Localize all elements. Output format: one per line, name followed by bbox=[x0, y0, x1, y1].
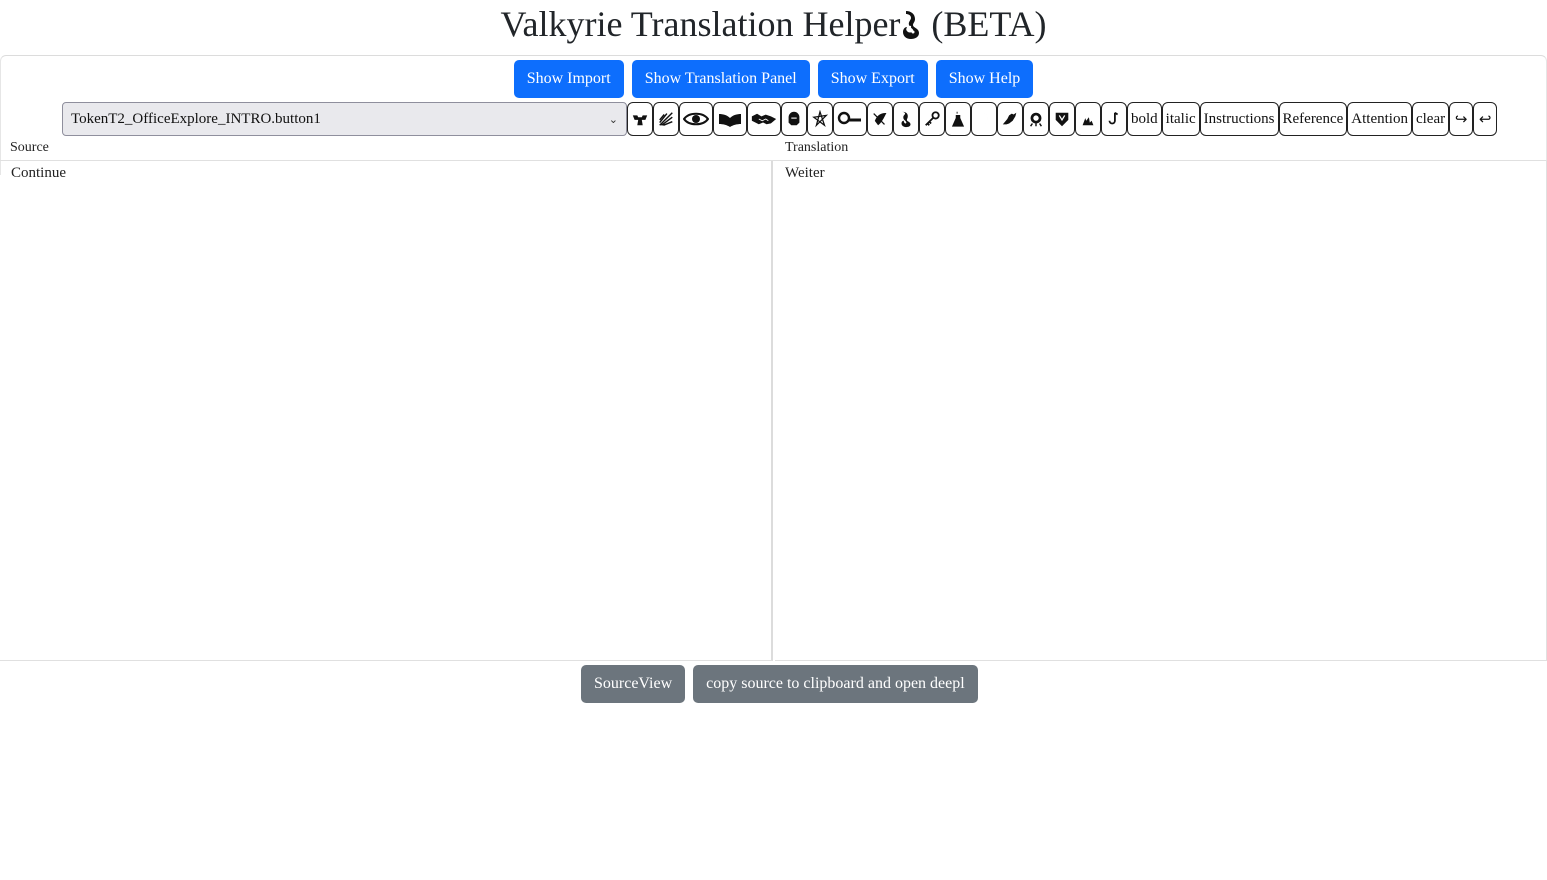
title-text: Valkyrie Translation Helper bbox=[500, 4, 901, 44]
show-help-button[interactable]: Show Help bbox=[935, 60, 1034, 98]
flask-icon bbox=[951, 111, 965, 127]
insert-potion-button[interactable] bbox=[945, 102, 971, 136]
moon-icon bbox=[981, 112, 988, 126]
translation-editor[interactable]: Weiter bbox=[775, 161, 1547, 661]
instructions-button[interactable]: Instructions bbox=[1199, 102, 1279, 136]
insert-fire-button[interactable] bbox=[1075, 102, 1101, 136]
reference-button[interactable]: Reference bbox=[1278, 102, 1348, 136]
top-button-bar: Show Import Show Translation Panel Show … bbox=[0, 60, 1547, 98]
insert-success-button[interactable] bbox=[867, 102, 893, 136]
undo-button[interactable]: ↩ bbox=[1473, 102, 1498, 136]
translation-text: Weiter bbox=[785, 165, 825, 181]
show-translation-panel-button[interactable]: Show Translation Panel bbox=[631, 60, 810, 98]
insert-clue-button[interactable] bbox=[919, 102, 945, 136]
clear-button[interactable]: clear bbox=[1411, 102, 1450, 136]
fire-icon bbox=[1082, 117, 1094, 126]
page-title: Valkyrie Translation Helper (BETA) bbox=[0, 0, 1547, 48]
bottom-button-bar: SourceView copy source to clipboard and … bbox=[581, 665, 978, 703]
beta-label: (BETA) bbox=[931, 4, 1047, 44]
source-view-button[interactable]: SourceView bbox=[581, 665, 686, 703]
insert-hook-button[interactable] bbox=[1101, 102, 1127, 136]
italic-button[interactable]: italic bbox=[1161, 102, 1200, 136]
observation-icon bbox=[683, 112, 709, 126]
insert-investigate-button[interactable] bbox=[833, 102, 867, 136]
agility-icon bbox=[659, 112, 673, 126]
shield-icon bbox=[1055, 112, 1069, 127]
insert-shield-button[interactable] bbox=[1049, 102, 1075, 136]
source-label: Source bbox=[10, 140, 49, 155]
insert-skull-button[interactable] bbox=[1023, 102, 1049, 136]
copy-deepl-button[interactable]: copy source to clipboard and open deepl bbox=[693, 665, 978, 703]
insert-hand-button[interactable] bbox=[997, 102, 1023, 136]
undo-icon: ↩ bbox=[1478, 111, 1492, 128]
magnifying-glass-icon bbox=[837, 111, 861, 125]
attention-button[interactable]: Attention bbox=[1347, 102, 1412, 136]
insert-influence-button[interactable] bbox=[747, 102, 781, 136]
insert-strength-button[interactable] bbox=[627, 102, 653, 136]
editor-toolbar: TokenT2_OfficeExplore_INTRO.button1 ⌄ bo… bbox=[62, 102, 1498, 136]
insert-observation-button[interactable] bbox=[679, 102, 713, 136]
key-select[interactable]: TokenT2_OfficeExplore_INTRO.button1 ⌄ bbox=[62, 102, 627, 136]
insert-elder-sign-button[interactable] bbox=[807, 102, 833, 136]
redo-button[interactable]: ↪ bbox=[1449, 102, 1474, 136]
hand-icon bbox=[1002, 112, 1017, 125]
show-import-button[interactable]: Show Import bbox=[513, 60, 624, 98]
strength-icon bbox=[632, 115, 648, 126]
elder-sign-icon bbox=[812, 110, 829, 128]
key-select-value: TokenT2_OfficeExplore_INTRO.button1 bbox=[71, 110, 321, 127]
insert-tentacle-button[interactable] bbox=[893, 102, 919, 136]
tentacle-icon bbox=[900, 3, 922, 39]
lore-icon bbox=[719, 114, 741, 127]
insert-will-button[interactable] bbox=[781, 102, 807, 136]
translation-label: Translation bbox=[785, 140, 849, 155]
will-icon bbox=[788, 111, 800, 126]
hook-icon bbox=[1108, 111, 1119, 125]
tentacle-icon bbox=[901, 111, 911, 128]
source-panel[interactable]: Continue bbox=[0, 161, 773, 661]
key-icon bbox=[925, 111, 940, 126]
chevron-down-icon: ⌄ bbox=[608, 113, 618, 126]
source-text: Continue bbox=[11, 165, 66, 181]
influence-icon bbox=[751, 113, 777, 125]
insert-lore-button[interactable] bbox=[713, 102, 747, 136]
insert-moon-button[interactable] bbox=[971, 102, 997, 136]
skull-icon bbox=[1030, 112, 1042, 127]
insert-agility-button[interactable] bbox=[653, 102, 679, 136]
success-icon bbox=[873, 112, 887, 126]
redo-icon: ↪ bbox=[1454, 111, 1468, 128]
show-export-button[interactable]: Show Export bbox=[817, 60, 928, 98]
bold-button[interactable]: bold bbox=[1127, 102, 1162, 136]
